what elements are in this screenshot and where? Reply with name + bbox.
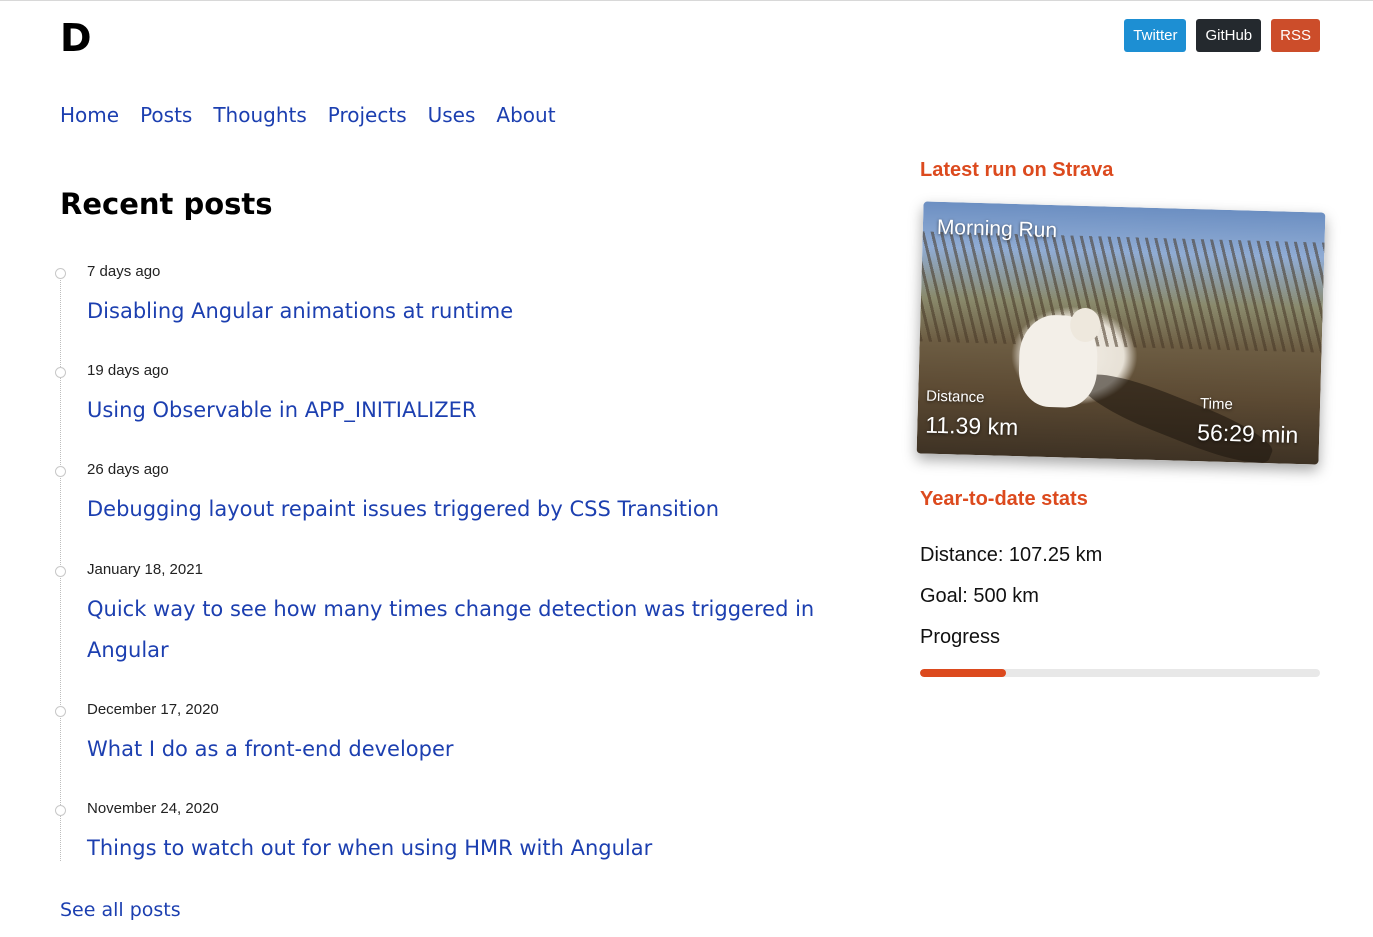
post-title-link[interactable]: Using Observable in APP_INITIALIZER	[87, 390, 847, 431]
post-date: January 18, 2021	[87, 561, 203, 578]
post-date: 7 days ago	[87, 263, 161, 280]
social-links: Twitter GitHub RSS	[1124, 19, 1320, 52]
timeline-dot-icon	[55, 566, 66, 577]
post-title-link[interactable]: Things to watch out for when using HMR w…	[87, 828, 847, 869]
timeline-line	[60, 269, 61, 861]
post-title-link[interactable]: Quick way to see how many times change d…	[87, 589, 847, 671]
rss-button[interactable]: RSS	[1271, 19, 1320, 52]
see-all-posts-link[interactable]: See all posts	[60, 899, 181, 921]
post-title-link[interactable]: Debugging layout repaint issues triggere…	[87, 489, 847, 530]
ytd-heading: Year-to-date stats	[920, 488, 1088, 510]
main-nav: Home Posts Thoughts Projects Uses About	[60, 101, 556, 129]
ytd-progress-bar	[920, 669, 1320, 677]
post-date: 26 days ago	[87, 461, 169, 478]
timeline-dot-icon	[55, 367, 66, 378]
twitter-button[interactable]: Twitter	[1124, 19, 1187, 52]
ytd-goal: Goal: 500 km	[920, 585, 1039, 607]
distance-value: 11.39 km	[925, 411, 1019, 441]
nav-thoughts[interactable]: Thoughts	[213, 101, 306, 129]
post-date: 19 days ago	[87, 362, 169, 379]
distance-label: Distance	[925, 387, 985, 407]
ytd-distance: Distance: 107.25 km	[920, 544, 1103, 566]
timeline-dot-icon	[55, 706, 66, 717]
site-logo[interactable]: D	[60, 15, 92, 61]
nav-home[interactable]: Home	[60, 101, 119, 129]
run-name: Morning Run	[936, 215, 1058, 243]
nav-about[interactable]: About	[496, 101, 555, 129]
post-title-link[interactable]: Disabling Angular animations at runtime	[87, 291, 847, 332]
run-photo-shadow	[1077, 363, 1278, 465]
post-title-link[interactable]: What I do as a front-end developer	[87, 729, 847, 770]
nav-posts[interactable]: Posts	[140, 101, 192, 129]
recent-posts-heading: Recent posts	[60, 187, 273, 221]
strava-run-card[interactable]: Morning Run Distance 11.39 km Time 56:29…	[916, 201, 1326, 465]
timeline-dot-icon	[55, 805, 66, 816]
ytd-progress-label: Progress	[920, 626, 1001, 648]
github-button[interactable]: GitHub	[1196, 19, 1262, 52]
nav-projects[interactable]: Projects	[328, 101, 407, 129]
time-value: 56:29 min	[1196, 419, 1299, 448]
time-label: Time	[1199, 395, 1234, 414]
ytd-progress-fill	[920, 669, 1006, 677]
nav-uses[interactable]: Uses	[428, 101, 476, 129]
post-date: November 24, 2020	[87, 800, 219, 817]
run-photo-trees	[919, 231, 1325, 353]
timeline-dot-icon	[55, 466, 66, 477]
strava-heading: Latest run on Strava	[920, 159, 1114, 181]
post-date: December 17, 2020	[87, 701, 219, 718]
timeline-dot-icon	[55, 268, 66, 279]
